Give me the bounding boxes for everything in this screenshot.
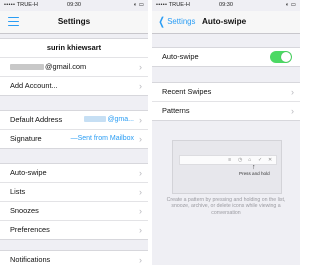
clock-icon: ◷ <box>238 157 243 163</box>
chevron-right-icon: › <box>139 62 142 72</box>
menu-item-label: Preferences <box>10 225 50 234</box>
page-title: Auto-swipe <box>202 17 247 26</box>
auto-swipe-screen: ••••• TRUE-H 09:30 ◐ ▭ ❮ Settings Auto-sw… <box>152 0 300 265</box>
nav-bar: Settings <box>0 11 148 34</box>
status-bar: ••••• TRUE-H 09:30 ◐ ▭ <box>0 0 148 11</box>
default-address-label: Default Address <box>10 115 63 124</box>
default-address-row[interactable]: Default Address @gma... › <box>0 111 148 130</box>
menu-item-lists[interactable]: Lists › <box>0 183 148 202</box>
menu-item-label: Notifications <box>10 255 51 264</box>
menu-item-preferences[interactable]: Preferences › <box>0 221 148 239</box>
arrow-up-icon: ↑ <box>252 164 256 171</box>
chevron-right-icon: › <box>139 187 142 197</box>
close-icon: ✕ <box>268 157 273 163</box>
settings-screen: ••••• TRUE-H 09:30 ◐ ▭ Settings surin kh… <box>0 0 148 265</box>
notifications-group: Notifications › <box>0 250 148 265</box>
account-email-row[interactable]: @gmail.com › <box>0 58 148 77</box>
account-group: surin khiewsart @gmail.com › Add Account… <box>0 38 148 96</box>
list-icon: ≡ <box>228 157 232 163</box>
recent-swipes-row[interactable]: Recent Swipes › <box>152 83 300 102</box>
features-group: Auto-swipe › Lists › Snoozes › Preferenc… <box>0 163 148 240</box>
account-name: surin khiewsart <box>0 39 148 58</box>
mock-toolbar: ≡ ◷ ⌂ ✓ ✕ <box>179 155 277 165</box>
menu-item-label: Lists <box>10 187 26 196</box>
screenshot-pair: ••••• TRUE-H 09:30 ◐ ▭ Settings surin kh… <box>0 0 300 265</box>
add-account-row[interactable]: Add Account... › <box>0 77 148 95</box>
patterns-row[interactable]: Patterns › <box>152 102 300 120</box>
check-icon: ✓ <box>258 157 263 163</box>
pattern-illustration: ≡ ◷ ⌂ ✓ ✕ ↑ Press and hold <box>172 140 282 194</box>
trash-icon: ⌂ <box>248 157 252 163</box>
patterns-label: Patterns <box>162 106 190 115</box>
battery-icon: ◐ ▭ <box>285 2 296 8</box>
auto-swipe-toggle[interactable] <box>270 51 292 63</box>
chevron-right-icon: › <box>139 206 142 216</box>
chevron-right-icon: › <box>139 168 142 178</box>
menu-item-label: Auto-swipe <box>10 168 47 177</box>
battery-icon: ◐ ▭ <box>133 2 144 8</box>
chevron-right-icon: › <box>139 115 142 125</box>
status-bar: ••••• TRUE-H 09:30 ◐ ▭ <box>152 0 300 11</box>
status-time: 09:30 <box>219 2 233 8</box>
swipe-options-group: Recent Swipes › Patterns › <box>152 82 300 121</box>
auto-swipe-label: Auto-swipe <box>162 52 199 61</box>
menu-item-snoozes[interactable]: Snoozes › <box>0 202 148 221</box>
chevron-left-icon: ❮ <box>158 16 165 28</box>
nav-bar: ❮ Settings Auto-swipe <box>152 11 300 34</box>
menu-item-notifications[interactable]: Notifications › <box>0 251 148 265</box>
press-hold-hint: Press and hold <box>239 171 270 176</box>
back-label: Settings <box>167 17 196 26</box>
pattern-description: Create a pattern by pressing and holding… <box>166 197 286 216</box>
signature-label: Signature <box>10 134 42 143</box>
recent-swipes-label: Recent Swipes <box>162 87 212 96</box>
status-time: 09:30 <box>67 2 81 8</box>
page-title: Settings <box>57 17 91 26</box>
redacted-email <box>84 116 107 122</box>
chevron-right-icon: › <box>291 106 294 116</box>
account-email: @gmail.com <box>45 62 87 71</box>
add-account-label: Add Account... <box>10 81 58 90</box>
chevron-right-icon: › <box>139 255 142 265</box>
chevron-right-icon: › <box>139 225 142 235</box>
auto-swipe-toggle-group: Auto-swipe <box>152 47 300 67</box>
back-button[interactable]: ❮ Settings <box>157 11 195 33</box>
menu-item-label: Snoozes <box>10 206 39 215</box>
chevron-right-icon: › <box>291 87 294 97</box>
menu-item-auto-swipe[interactable]: Auto-swipe › <box>0 164 148 183</box>
signature-row[interactable]: Signature —Sent from Mailbox › <box>0 130 148 148</box>
address-group: Default Address @gma... › Signature —Sen… <box>0 110 148 149</box>
chevron-right-icon: › <box>139 81 142 91</box>
signature-value: —Sent from Mailbox <box>70 135 134 142</box>
redacted-email <box>10 64 44 70</box>
chevron-right-icon: › <box>139 134 142 144</box>
default-address-value: @gma... <box>107 116 134 123</box>
auto-swipe-row: Auto-swipe <box>152 48 300 66</box>
